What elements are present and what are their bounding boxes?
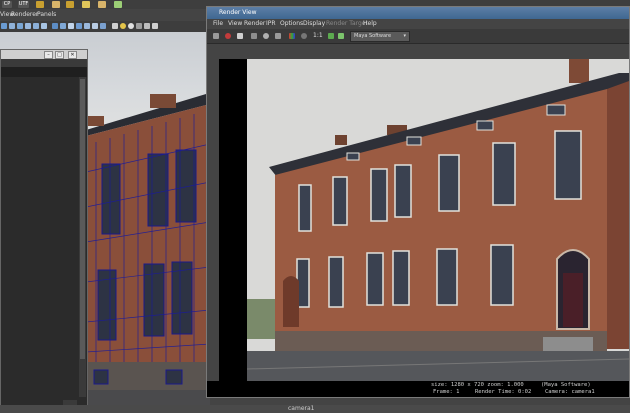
light-icon[interactable] [120,23,126,29]
cube-icon[interactable] [136,23,142,29]
menu-view[interactable]: View [228,20,242,27]
outliner-header [1,67,87,77]
menu-display[interactable]: Display [303,20,325,27]
render-status-bar: size: 1280 x 720 zoom: 1.000 (Maya Softw… [207,381,629,397]
shelf-tool-icon[interactable] [114,1,122,8]
resolution-gate-icon[interactable] [84,23,90,29]
camera-label: camera1 [288,405,315,412]
sphere-icon[interactable] [128,23,134,29]
camera-icon[interactable] [1,23,7,29]
shelf-tool-icon[interactable] [98,1,106,8]
shelf-tool-icon[interactable] [66,1,74,8]
maximize-button[interactable]: □ [55,51,64,59]
menu-render[interactable]: Render [244,20,265,27]
camera-text: Camera: camera1 [545,389,595,395]
snapshot-icon[interactable] [237,33,243,39]
rendered-building [247,59,629,381]
outliner-scrollbar[interactable] [79,77,86,397]
arrow-icon[interactable] [152,23,158,29]
render-time-text: Render Time: 0:02 [475,389,532,395]
remove-image-icon[interactable] [338,33,344,39]
shelf-tool-icon[interactable] [82,1,90,8]
render-view-title-bar[interactable]: Render View [207,7,629,19]
isolate-icon[interactable] [52,23,58,29]
menu-file[interactable]: File [213,20,223,27]
renderer-select-value: Maya Software [354,33,392,39]
shelf-utf-button[interactable]: UTF [18,1,29,8]
outliner-list[interactable] [1,77,79,397]
safe-title-icon[interactable] [100,23,106,29]
size-zoom-text: size: 1280 x 720 zoom: 1.000 [431,382,524,388]
hud-icon[interactable] [76,23,82,29]
shaded-icon[interactable] [25,23,31,29]
render-view-toolbar: 1:1 Maya Software ▾ [207,29,629,44]
menu-renderer[interactable]: Renderer [11,11,38,18]
renderer-select[interactable]: Maya Software ▾ [350,31,410,42]
window-title: Render View [219,9,257,16]
scrollbar-thumb[interactable] [80,79,85,359]
viewport-footer: camera1 [0,405,630,413]
rendered-image [247,59,629,381]
lights-icon[interactable] [41,23,47,29]
frame-text: Frame: 1 [433,389,460,395]
ratio-button[interactable]: 1:1 [313,32,323,39]
menu-help[interactable]: Help [363,20,377,27]
smooth-icon[interactable] [68,23,74,29]
outliner-panel: – □ ✕ [0,49,88,411]
menu-options[interactable]: Options [280,20,303,27]
outliner-title-bar[interactable]: – □ ✕ [1,50,87,59]
ipr-icon[interactable] [251,33,257,39]
shelf-tool-icon[interactable] [52,1,60,8]
redo-render-icon[interactable] [213,33,219,39]
select-tool-icon[interactable] [112,23,118,29]
wireframe-icon[interactable] [17,23,23,29]
rgb-channels-icon[interactable] [289,33,295,39]
film-gate-icon[interactable] [92,23,98,29]
chevron-down-icon: ▾ [403,33,406,39]
render-settings-icon[interactable] [275,33,281,39]
menu-panels[interactable]: Panels [37,11,56,18]
render-region-icon[interactable] [225,33,231,39]
renderer-text: (Maya Software) [541,382,591,388]
menu-render-target: Render Target [326,20,368,27]
menu-ipr[interactable]: IPR [266,20,276,27]
shelf-tool-icon[interactable] [36,1,44,8]
viewport-toolbar [0,21,210,32]
textured-icon[interactable] [33,23,39,29]
shelf-cp-button[interactable]: CP [2,1,12,8]
close-button[interactable]: ✕ [68,51,77,59]
render-view-menu-bar: File View Render IPR Options Display Ren… [207,19,629,29]
minimize-button[interactable]: – [44,51,53,59]
xray-icon[interactable] [60,23,66,29]
outliner-menu-bar [1,59,87,67]
grid-icon[interactable] [9,23,15,29]
alpha-channel-icon[interactable] [301,33,307,39]
plane-icon[interactable] [144,23,150,29]
render-canvas[interactable] [219,59,629,381]
keep-image-icon[interactable] [328,33,334,39]
refresh-icon[interactable] [263,33,269,39]
render-view-window: Render View File View Render IPR Options… [206,6,630,398]
